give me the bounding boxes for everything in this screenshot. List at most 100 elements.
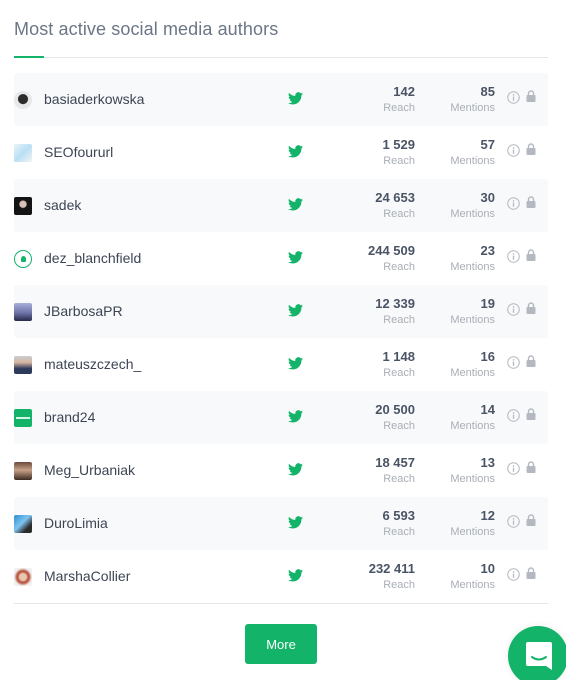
author-avatar [14, 144, 32, 162]
authors-list: basiaderkowska 142 Reach 85 Mentions SEOfouru… [14, 73, 548, 603]
mentions-label: Mentions [450, 102, 495, 114]
info-icon[interactable] [507, 91, 520, 104]
mentions-label: Mentions [450, 473, 495, 485]
info-icon[interactable] [507, 356, 520, 369]
info-icon[interactable] [507, 197, 520, 210]
author-avatar [14, 409, 32, 427]
author-avatar [14, 250, 32, 268]
reach-label: Reach [383, 208, 415, 220]
author-name[interactable]: DuroLimia [44, 515, 108, 531]
reach-label: Reach [383, 526, 415, 538]
reach-value: 6 593 [382, 508, 415, 523]
reach-label: Reach [383, 579, 415, 591]
mentions-label: Mentions [450, 261, 495, 273]
reach-label: Reach [383, 261, 415, 273]
info-icon[interactable] [507, 462, 520, 475]
mentions-label: Mentions [450, 208, 495, 220]
author-row[interactable]: Meg_Urbaniak 18 457 Reach 13 Mentions [14, 444, 548, 497]
author-row[interactable]: MarshaCollier 232 411 Reach 10 Mentions [14, 550, 548, 603]
info-icon[interactable] [507, 568, 520, 581]
lock-icon[interactable] [526, 355, 536, 367]
mentions-value: 85 [480, 84, 495, 99]
mentions-value: 57 [480, 137, 495, 152]
chat-bubble-icon [526, 642, 552, 670]
mentions-value: 23 [480, 243, 495, 258]
mentions-value: 13 [480, 455, 495, 470]
author-avatar [14, 91, 32, 109]
author-name[interactable]: MarshaCollier [44, 568, 130, 584]
reach-label: Reach [383, 367, 415, 379]
author-avatar [14, 462, 32, 480]
chat-launcher-button[interactable] [508, 626, 566, 680]
author-row[interactable]: basiaderkowska 142 Reach 85 Mentions [14, 73, 548, 126]
lock-icon[interactable] [526, 249, 536, 261]
title-divider [14, 57, 548, 58]
author-name[interactable]: SEOfoururl [44, 144, 113, 160]
author-row[interactable]: dez_blanchfield 244 509 Reach 23 Mentions [14, 232, 548, 285]
mentions-value: 16 [480, 349, 495, 364]
reach-value: 12 339 [375, 296, 415, 311]
reach-label: Reach [383, 102, 415, 114]
info-icon[interactable] [507, 250, 520, 263]
twitter-icon [288, 357, 303, 370]
lock-icon[interactable] [526, 567, 536, 579]
twitter-icon [288, 516, 303, 529]
twitter-icon [288, 92, 303, 105]
list-bottom-divider [14, 603, 548, 604]
info-icon[interactable] [507, 409, 520, 422]
author-name[interactable]: sadek [44, 197, 81, 213]
author-name[interactable]: Meg_Urbaniak [44, 462, 135, 478]
info-icon[interactable] [507, 515, 520, 528]
author-name[interactable]: brand24 [44, 409, 95, 425]
author-avatar [14, 197, 32, 215]
mentions-value: 12 [480, 508, 495, 523]
mentions-label: Mentions [450, 314, 495, 326]
author-row[interactable]: SEOfoururl 1 529 Reach 57 Mentions [14, 126, 548, 179]
author-avatar [14, 568, 32, 586]
author-name[interactable]: mateuszczech_ [44, 356, 141, 372]
more-button[interactable]: More [245, 624, 317, 664]
twitter-icon [288, 251, 303, 264]
author-avatar [14, 356, 32, 374]
lock-icon[interactable] [526, 408, 536, 420]
mentions-value: 30 [480, 190, 495, 205]
author-row[interactable]: sadek 24 653 Reach 30 Mentions [14, 179, 548, 232]
mentions-label: Mentions [450, 526, 495, 538]
lock-icon[interactable] [526, 143, 536, 155]
author-row[interactable]: DuroLimia 6 593 Reach 12 Mentions [14, 497, 548, 550]
title-accent-bar [14, 56, 44, 58]
twitter-icon [288, 569, 303, 582]
lock-icon[interactable] [526, 461, 536, 473]
author-row[interactable]: JBarbosaPR 12 339 Reach 19 Mentions [14, 285, 548, 338]
lock-icon[interactable] [526, 90, 536, 102]
lock-icon[interactable] [526, 514, 536, 526]
twitter-icon [288, 410, 303, 423]
lock-icon[interactable] [526, 302, 536, 314]
info-icon[interactable] [507, 303, 520, 316]
author-name[interactable]: basiaderkowska [44, 91, 144, 107]
mentions-value: 14 [480, 402, 495, 417]
twitter-icon [288, 198, 303, 211]
twitter-icon [288, 463, 303, 476]
widget-title: Most active social media authors [14, 19, 279, 39]
author-avatar [14, 515, 32, 533]
twitter-icon [288, 304, 303, 317]
mentions-label: Mentions [450, 367, 495, 379]
lock-icon[interactable] [526, 196, 536, 208]
author-row[interactable]: brand24 20 500 Reach 14 Mentions [14, 391, 548, 444]
author-name[interactable]: JBarbosaPR [44, 303, 123, 319]
mentions-label: Mentions [450, 579, 495, 591]
reach-value: 244 509 [368, 243, 415, 258]
reach-value: 18 457 [375, 455, 415, 470]
info-icon[interactable] [507, 144, 520, 157]
reach-value: 20 500 [375, 402, 415, 417]
reach-value: 1 529 [382, 137, 415, 152]
reach-label: Reach [383, 314, 415, 326]
reach-value: 232 411 [368, 561, 415, 576]
author-row[interactable]: mateuszczech_ 1 148 Reach 16 Mentions [14, 338, 548, 391]
author-avatar [14, 303, 32, 321]
reach-label: Reach [383, 155, 415, 167]
author-name[interactable]: dez_blanchfield [44, 250, 141, 266]
reach-value: 24 653 [375, 190, 415, 205]
mentions-label: Mentions [450, 155, 495, 167]
